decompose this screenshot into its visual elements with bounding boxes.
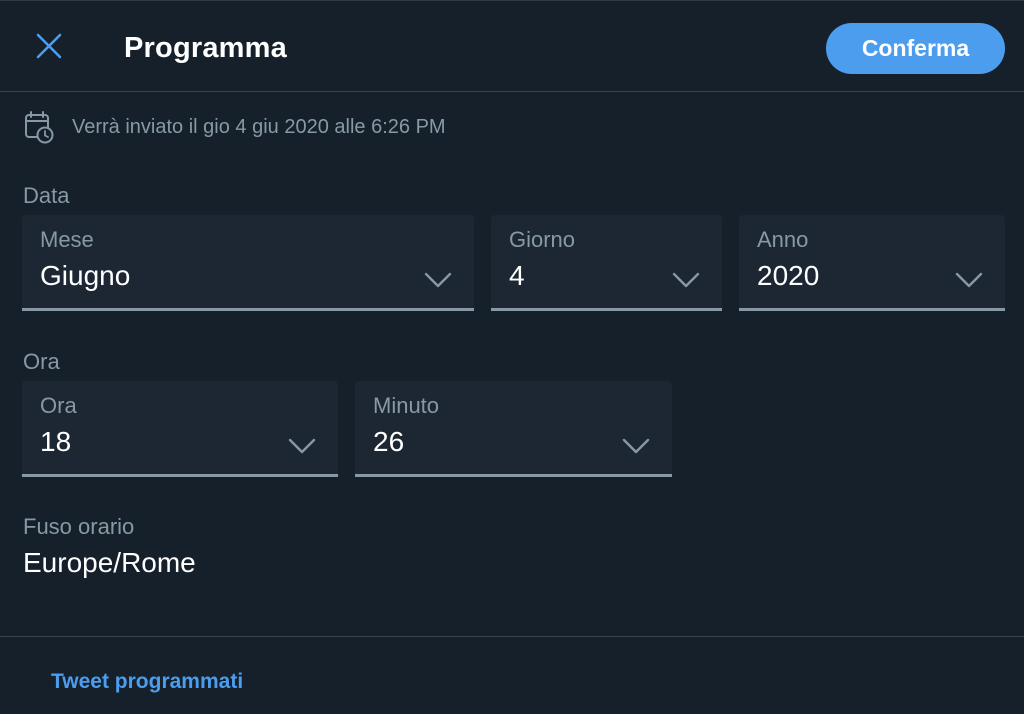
close-button[interactable] — [28, 27, 70, 69]
chevron-down-icon — [288, 438, 316, 454]
chevron-down-icon — [622, 438, 650, 454]
day-value: 4 — [509, 260, 525, 291]
close-icon — [35, 32, 63, 65]
month-value: Giugno — [40, 260, 131, 291]
day-label: Giorno — [509, 227, 576, 252]
hour-select[interactable]: Ora 18 — [22, 381, 338, 477]
modal-header: Programma Conferma — [0, 0, 1024, 92]
schedule-summary: Verrà inviato il gio 4 giu 2020 alle 6:2… — [24, 110, 446, 144]
hour-value: 18 — [40, 426, 72, 457]
chevron-down-icon — [672, 272, 700, 288]
hour-label: Ora — [40, 393, 77, 418]
time-section-label: Ora — [23, 349, 60, 374]
minute-select[interactable]: Minuto 26 — [355, 381, 672, 477]
timezone-label: Fuso orario — [23, 514, 135, 539]
minute-value: 26 — [373, 426, 405, 457]
month-select[interactable]: Mese Giugno — [22, 215, 474, 311]
year-label: Anno — [757, 227, 809, 252]
chevron-down-icon — [955, 272, 983, 288]
scheduled-tweets-link[interactable]: Tweet programmati — [51, 670, 243, 694]
minute-label: Minuto — [373, 393, 440, 418]
footer-divider — [0, 636, 1024, 637]
year-value: 2020 — [757, 260, 820, 291]
timezone-value: Europe/Rome — [23, 547, 196, 578]
day-select[interactable]: Giorno 4 — [491, 215, 722, 311]
calendar-clock-icon — [24, 110, 54, 144]
confirm-button[interactable]: Conferma — [826, 23, 1005, 74]
modal-title: Programma — [124, 32, 287, 64]
schedule-summary-text: Verrà inviato il gio 4 giu 2020 alle 6:2… — [72, 115, 446, 138]
chevron-down-icon — [424, 272, 452, 288]
year-select[interactable]: Anno 2020 — [739, 215, 1005, 311]
date-section-label: Data — [23, 183, 70, 208]
month-label: Mese — [40, 227, 94, 252]
